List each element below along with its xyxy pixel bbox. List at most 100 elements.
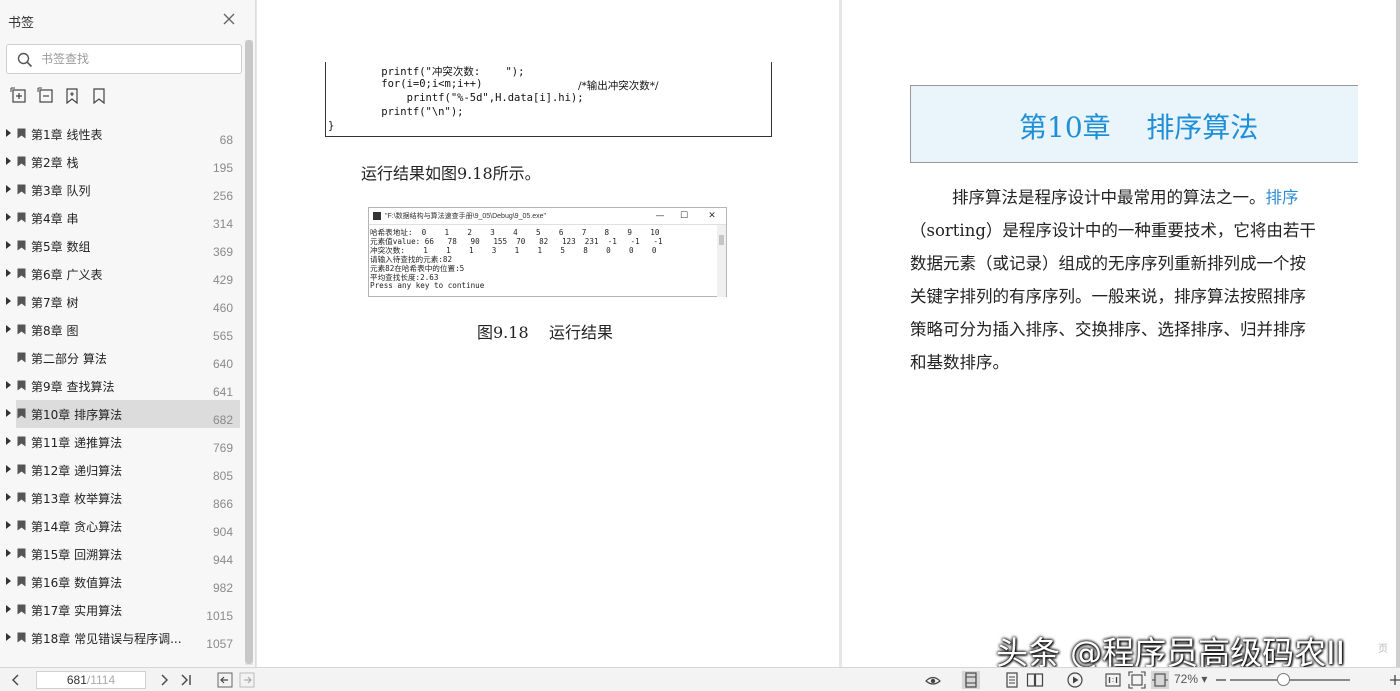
zoom-slider-handle[interactable] — [1276, 673, 1290, 686]
code-line: } — [328, 120, 335, 132]
add-bookmark-icon[interactable] — [63, 87, 81, 105]
bookmark-flag-icon — [17, 296, 26, 307]
bookmark-item[interactable]: 第12章 递归算法 805 — [0, 456, 240, 484]
bookmark-page-number: 195 — [212, 161, 233, 175]
zoom-level: 72% — [1174, 672, 1199, 686]
bookmark-item[interactable]: 第17章 实用算法 1015 — [0, 596, 240, 624]
last-page-icon[interactable] — [177, 671, 195, 689]
bookmark-page-number: 904 — [212, 525, 233, 539]
bookmark-scrollbar-thumb[interactable] — [245, 40, 253, 664]
bookmark-page-number: 805 — [212, 469, 233, 483]
bookmark-item[interactable]: 第5章 数组 369 — [0, 232, 240, 260]
bookmark-label: 第13章 枚举算法 — [31, 492, 123, 506]
expand-arrow-icon[interactable] — [6, 633, 11, 641]
expand-arrow-icon[interactable] — [6, 241, 11, 249]
expand-arrow-icon[interactable] — [6, 157, 11, 165]
expand-arrow-icon[interactable] — [6, 493, 11, 501]
bookmark-page-number: 256 — [212, 189, 233, 203]
zoom-in-icon[interactable] — [1386, 671, 1400, 689]
bookmark-page-number: 1015 — [206, 609, 233, 623]
zoom-level-dropdown[interactable]: 72% ▾ — [1174, 672, 1207, 686]
bookmark-page-number: 314 — [212, 217, 233, 231]
bookmark-panel-title: 书签 — [8, 16, 35, 31]
bookmark-page-number: 866 — [212, 497, 233, 511]
bookmark-page-number: 640 — [212, 357, 233, 371]
paragraph-line: 关键字排列的有序序列。一般来说，排序算法按照排序 — [910, 280, 1358, 313]
expand-arrow-icon[interactable] — [6, 185, 11, 193]
actual-size-icon[interactable] — [1104, 671, 1122, 689]
bookmark-search-box[interactable] — [6, 44, 242, 74]
bookmark-item[interactable]: 第4章 串 314 — [0, 204, 240, 232]
bookmark-scrollbar[interactable] — [245, 40, 253, 665]
bookmark-item[interactable]: 第13章 枚举算法 866 — [0, 484, 240, 512]
code-line: printf("冲突次数: "); — [356, 66, 525, 78]
bookmark-page-number: 682 — [212, 413, 233, 427]
collapse-all-icon[interactable] — [37, 87, 55, 105]
expand-arrow-icon[interactable] — [6, 605, 11, 613]
forward-icon[interactable] — [238, 671, 256, 689]
paragraph-line: 排序算法是程序设计中最常用的算法之一。排序 — [910, 181, 1358, 214]
bookmark-page-number: 429 — [212, 273, 233, 287]
fit-width-icon[interactable] — [1151, 671, 1169, 689]
bookmark-page-number: 944 — [212, 553, 233, 567]
zoom-out-icon[interactable] — [1212, 671, 1230, 689]
expand-arrow-icon[interactable] — [6, 549, 11, 557]
expand-arrow-icon[interactable] — [6, 213, 11, 221]
eye-protection-icon[interactable] — [924, 671, 942, 689]
bookmark-item[interactable]: 第14章 贪心算法 904 — [0, 512, 240, 540]
close-icon[interactable] — [220, 10, 238, 28]
two-page-view-icon[interactable] — [1026, 671, 1044, 689]
expand-arrow-icon[interactable] — [6, 437, 11, 445]
bookmark-item[interactable]: 第10章 排序算法 682 — [6, 400, 240, 428]
bookmark-item[interactable]: 第1章 线性表 68 — [0, 120, 240, 148]
console-title: "F:\数据结构与算法速查手册\9_05\Debug\9_05.exe" — [385, 213, 546, 220]
bookmark-item[interactable]: 第16章 数值算法 982 — [0, 568, 240, 596]
expand-arrow-icon[interactable] — [6, 297, 11, 305]
previous-page-icon[interactable] — [7, 671, 25, 689]
console-app-icon — [373, 212, 381, 220]
console-screenshot: "F:\数据结构与算法速查手册\9_05\Debug\9_05.exe" — ☐… — [368, 207, 727, 297]
bookmark-item[interactable]: 第二部分 算法 640 — [0, 344, 240, 372]
expand-arrow-icon[interactable] — [6, 129, 11, 137]
paragraph-line: 策略可分为插入排序、交换排序、选择排序、归并排序 — [910, 313, 1358, 346]
bookmark-item[interactable]: 第6章 广义表 429 — [0, 260, 240, 288]
expand-arrow-icon[interactable] — [6, 409, 11, 417]
expand-all-icon[interactable] — [10, 87, 28, 105]
single-page-view-icon[interactable] — [962, 671, 980, 689]
zoom-slider[interactable] — [1230, 679, 1350, 681]
bookmark-flag-icon — [17, 156, 26, 167]
bookmark-item[interactable]: 第8章 图 565 — [0, 316, 240, 344]
expand-arrow-icon[interactable] — [6, 269, 11, 277]
bookmark-item[interactable]: 第11章 递推算法 769 — [0, 428, 240, 456]
paragraph-text: 关键字排列的有序序列。一般来说，排序算法按照排序 — [910, 287, 1306, 306]
bookmark-item[interactable]: 第2章 栈 195 — [0, 148, 240, 176]
bookmark-flag-icon — [17, 408, 26, 419]
bookmark-label: 第3章 队列 — [31, 184, 91, 198]
bookmark-page-number: 769 — [212, 441, 233, 455]
bookmark-item[interactable]: 第9章 查找算法 641 — [0, 372, 240, 400]
bookmark-label: 第7章 树 — [31, 296, 79, 310]
expand-arrow-icon[interactable] — [6, 577, 11, 585]
total-pages: /1114 — [86, 673, 116, 687]
bookmark-item[interactable]: 第15章 回溯算法 944 — [0, 540, 240, 568]
bookmark-flag-icon — [17, 212, 26, 223]
bookmark-icon[interactable] — [90, 87, 108, 105]
bookmark-item[interactable]: 第3章 队列 256 — [0, 176, 240, 204]
bookmark-search-input[interactable] — [41, 49, 231, 69]
page-number-input[interactable]: 681/1114 — [36, 671, 146, 689]
play-icon[interactable] — [1066, 671, 1084, 689]
bookmark-item[interactable]: 第7章 树 460 — [0, 288, 240, 316]
back-icon[interactable] — [216, 671, 234, 689]
bookmark-flag-icon — [17, 128, 26, 139]
continuous-view-icon[interactable] — [1003, 671, 1021, 689]
fit-page-icon[interactable] — [1128, 671, 1146, 689]
bookmark-flag-icon — [17, 492, 26, 503]
figure-caption: 图9.18 运行结果 — [477, 323, 613, 342]
expand-arrow-icon[interactable] — [6, 325, 11, 333]
expand-arrow-icon[interactable] — [6, 521, 11, 529]
expand-arrow-icon[interactable] — [6, 381, 11, 389]
bookmark-item[interactable]: 第18章 常见错误与程序调... 1057 — [0, 624, 240, 652]
bookmark-page-number: 565 — [212, 329, 233, 343]
expand-arrow-icon[interactable] — [6, 465, 11, 473]
next-page-icon[interactable] — [155, 671, 173, 689]
